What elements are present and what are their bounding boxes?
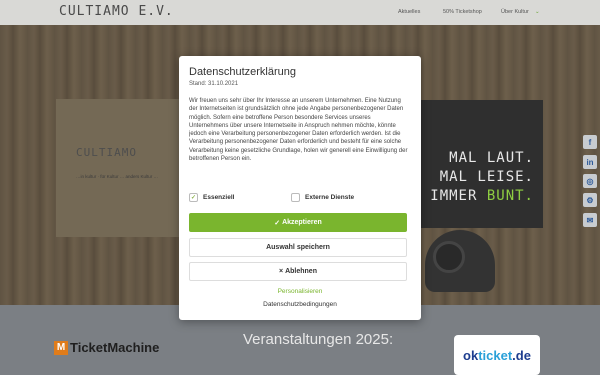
checkbox-external[interactable]: Externe Dienste <box>291 193 354 202</box>
okticket-logo[interactable]: ok ticket .de <box>454 335 540 375</box>
top-header: CULTIAMO E.V. Aktuelles 50% Ticketshop Ü… <box>0 0 600 25</box>
privacy-terms-link[interactable]: Datenschutzbedingungen <box>179 301 421 308</box>
ticketmachine-label: TicketMachine <box>70 340 160 355</box>
slogan-line-1: MAL LAUT. <box>449 150 534 166</box>
hero-card-title: CULTIAMO <box>76 146 137 159</box>
dialog-body-text[interactable]: Wir freuen uns sehr über Ihr Interesse a… <box>189 97 411 181</box>
save-selection-button[interactable]: Auswahl speichern <box>189 238 407 257</box>
checkbox-essential-label: Essenziell <box>203 194 235 201</box>
okticket-prefix: ok <box>463 347 479 363</box>
checkbox-essential[interactable]: ✓ Essenziell <box>189 193 234 202</box>
checkbox-external-label: Externe Dienste <box>305 194 355 201</box>
nav-item-ueber-kultur[interactable]: Über Kultur <box>501 9 529 15</box>
dialog-date: Stand: 31.10.2021 <box>189 81 239 87</box>
email-icon[interactable]: ✉ <box>583 213 597 227</box>
privacy-consent-dialog: Datenschutzerklärung Stand: 31.10.2021 W… <box>179 56 421 320</box>
checkbox-essential-box[interactable]: ✓ <box>189 193 198 202</box>
check-icon: ✓ <box>274 219 283 227</box>
settings-icon[interactable]: ⚙ <box>583 193 597 207</box>
okticket-main: ticket <box>478 347 513 363</box>
slogan-line-3-prefix: R IMMER <box>411 188 487 204</box>
accept-button-label: Akzeptieren <box>282 219 322 226</box>
dialog-title: Datenschutzerklärung <box>189 66 297 78</box>
hero-card-tagline: …in kultur · für Kultur … anders Kultur … <box>76 174 159 179</box>
ticketmachine-logo[interactable]: M TicketMachine <box>54 340 159 355</box>
whatsapp-icon[interactable]: ◎ <box>583 174 597 188</box>
events-title: Veranstaltungen 2025: <box>243 331 394 348</box>
site-logo[interactable]: CULTIAMO E.V. <box>59 4 174 19</box>
chevron-down-icon[interactable]: ⌄ <box>535 9 540 15</box>
checkbox-external-box[interactable] <box>291 193 300 202</box>
linkedin-icon[interactable]: in <box>583 155 597 169</box>
slogan-line-3: R IMMER BUNT. <box>411 188 534 204</box>
facebook-icon[interactable]: f <box>583 135 597 149</box>
okticket-suffix: .de <box>512 347 531 363</box>
ticketmachine-mark: M <box>54 340 68 355</box>
nav-item-aktuelles[interactable]: Aktuelles <box>398 9 420 15</box>
slogan-line-2: MAL LEISE. <box>439 169 534 185</box>
reject-button-label: Ablehnen <box>285 268 317 275</box>
personalize-link[interactable]: Personalisieren <box>179 288 421 295</box>
nav-item-ticketshop[interactable]: 50% Ticketshop <box>443 9 482 15</box>
accept-button[interactable]: ✓ Akzeptieren <box>189 213 407 232</box>
reject-button[interactable]: × Ablehnen <box>189 262 407 281</box>
slogan-accent: BUNT. <box>486 188 534 204</box>
